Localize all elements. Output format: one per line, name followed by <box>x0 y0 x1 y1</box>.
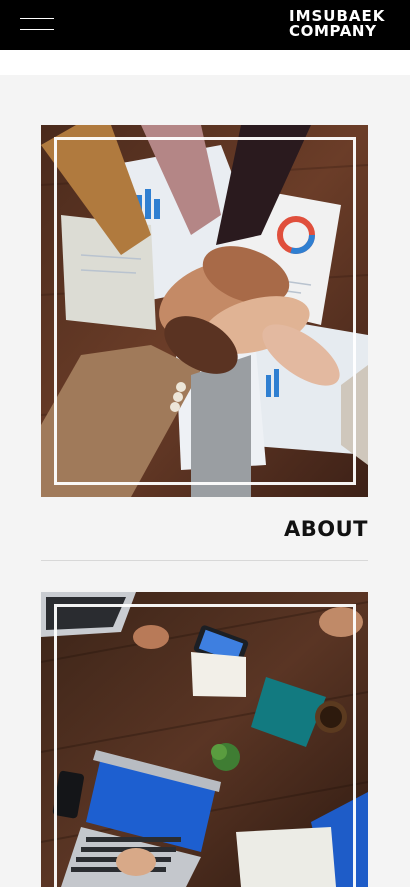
section-title-about[interactable]: ABOUT <box>284 517 368 541</box>
logo-line-2: COMPANY <box>289 22 377 40</box>
about-image-card[interactable] <box>41 125 368 497</box>
company-logo[interactable]: IMSUBAEK COMPANY <box>289 9 389 39</box>
office-image-card[interactable] <box>41 592 368 887</box>
section-divider <box>41 560 368 561</box>
header-spacer <box>0 50 410 75</box>
image-frame-border <box>54 137 356 485</box>
hamburger-menu-icon[interactable] <box>20 16 54 32</box>
image-frame-border <box>54 604 356 887</box>
top-navigation-bar: IMSUBAEK COMPANY <box>0 0 410 50</box>
